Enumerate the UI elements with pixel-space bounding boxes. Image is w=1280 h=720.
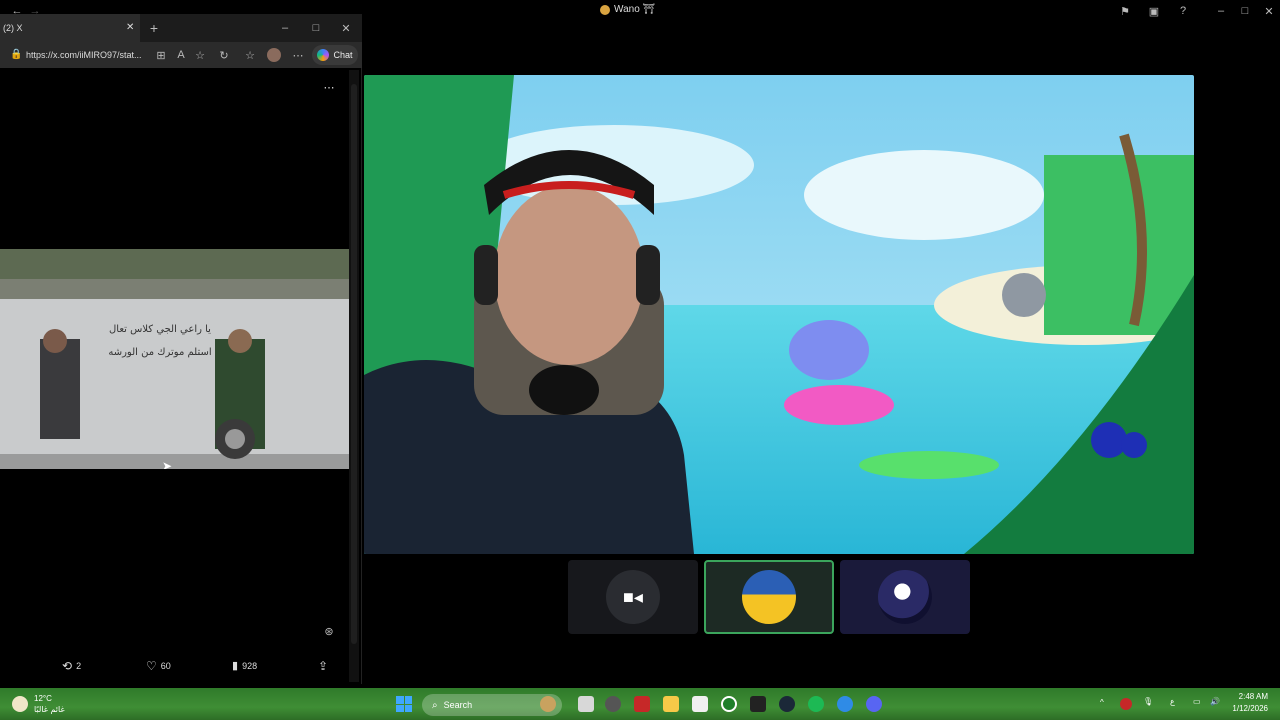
- heart-icon: ♡: [146, 659, 157, 673]
- search-placeholder: Search: [443, 700, 473, 710]
- browser-tabbar: (2) X ✕ + – □ ✕: [0, 14, 362, 42]
- tray-chevron-icon[interactable]: ^: [1100, 698, 1104, 707]
- inbox-flag-icon[interactable]: ⚑: [1118, 4, 1132, 18]
- close-icon[interactable]: ✕: [1262, 4, 1276, 18]
- browser-tab[interactable]: (2) X ✕: [0, 14, 140, 42]
- split-screen-icon[interactable]: ⊞: [154, 48, 168, 62]
- views-stat[interactable]: ▮ 928: [232, 659, 257, 672]
- participant-tile-3[interactable]: [840, 560, 970, 634]
- share-icon: ⇪: [318, 659, 329, 673]
- tab-close-icon[interactable]: ✕: [126, 22, 134, 33]
- tweet-video[interactable]: يا راعي الجي كلاس تعال استلم موترك من ال…: [0, 249, 349, 469]
- retweet-count: 2: [76, 661, 82, 671]
- media-caption-2: استلم موترك من الورشه: [108, 347, 212, 358]
- spotify-icon[interactable]: [808, 696, 824, 712]
- retweet-stat[interactable]: ⟲ 2: [62, 659, 81, 673]
- tray-app-icon[interactable]: [1120, 698, 1132, 710]
- browser-window: (2) X ✕ + – □ ✕ 🔒 https://x.com/iiMIRO97…: [0, 14, 362, 684]
- steam-icon[interactable]: [779, 696, 795, 712]
- views-count: 928: [242, 660, 258, 671]
- favorites-icon[interactable]: ☆: [243, 48, 257, 62]
- read-aloud-icon[interactable]: A: [174, 48, 188, 62]
- grok-icon[interactable]: ⊛: [322, 624, 336, 638]
- participant-avatar: ■◂: [606, 570, 660, 624]
- tweet-more-icon[interactable]: ⋯: [322, 80, 336, 94]
- more-options-icon[interactable]: ⋯: [291, 48, 305, 62]
- server-icon: [600, 4, 610, 15]
- video-frame: [0, 249, 349, 469]
- clock-time[interactable]: 2:48 AM: [1232, 692, 1268, 701]
- url-field[interactable]: 🔒 https://x.com/iiMIRO97/stat...: [4, 46, 154, 64]
- refresh-icon[interactable]: ↻: [217, 48, 231, 62]
- scrollbar-thumb[interactable]: [351, 84, 357, 644]
- video-camera-icon: ■◂: [623, 586, 643, 607]
- copilot-icon: [317, 49, 330, 61]
- like-count: 60: [160, 661, 171, 671]
- search-icon: ⌕: [432, 699, 438, 711]
- views-chart-icon: ▮: [232, 660, 239, 672]
- language-indicator-icon[interactable]: ع: [1170, 697, 1175, 706]
- weather-temp: 12°C: [34, 694, 52, 703]
- tab-title: (2) X: [3, 23, 23, 33]
- browser-minimize-icon[interactable]: –: [278, 21, 292, 35]
- volume-icon[interactable]: 🔊: [1210, 697, 1220, 706]
- participant-avatar: [742, 570, 796, 624]
- participant-avatar: [878, 570, 932, 624]
- lock-icon: 🔒: [10, 49, 23, 60]
- stage-scene: [364, 75, 1194, 554]
- file-explorer-icon[interactable]: [663, 696, 679, 712]
- retweet-icon: ⟲: [62, 659, 73, 673]
- monitor-icon[interactable]: ▣: [1147, 4, 1161, 18]
- favorite-star-icon[interactable]: ☆: [193, 48, 207, 62]
- like-stat[interactable]: ♡ 60: [146, 659, 171, 673]
- epic-games-icon[interactable]: [750, 696, 766, 712]
- clock-date[interactable]: 1/12/2026: [1226, 704, 1268, 713]
- taskbar-app-game-icon[interactable]: [540, 696, 556, 712]
- stage-video[interactable]: [364, 75, 1194, 554]
- network-icon[interactable]: ▭: [1193, 697, 1201, 706]
- chat-label: Chat: [333, 50, 353, 60]
- window-title: Wano ⛩: [600, 4, 655, 15]
- start-windows-icon[interactable]: [396, 696, 412, 712]
- amd-software-icon[interactable]: [634, 696, 650, 712]
- weather-icon: [12, 696, 28, 712]
- new-tab-icon[interactable]: +: [147, 20, 161, 36]
- discord-icon[interactable]: [866, 696, 882, 712]
- edge-browser-icon[interactable]: [837, 696, 853, 712]
- microsoft-store-icon[interactable]: [692, 696, 708, 712]
- participant-tile-selected[interactable]: [704, 560, 834, 634]
- share-stat[interactable]: ⇪: [318, 659, 328, 673]
- xbox-icon[interactable]: [721, 696, 737, 712]
- task-view-icon[interactable]: [578, 696, 594, 712]
- weather-desc: غائم غالبًا: [34, 705, 65, 714]
- taskbar-app-icon[interactable]: [605, 696, 621, 712]
- address-bar: 🔒 https://x.com/iiMIRO97/stat... ⊞ A ☆ ↻…: [0, 42, 362, 68]
- window-title-text: Wano ⛩: [614, 4, 656, 15]
- participant-tile-camera[interactable]: ■◂: [568, 560, 698, 634]
- media-caption-1: يا راعي الجي كلاس تعال: [109, 324, 211, 335]
- help-icon[interactable]: ?: [1176, 4, 1190, 18]
- windows-taskbar: 12°C غائم غالبًا ⌕ Search ^ 🎙 ع ▭ 🔊 2:48…: [0, 688, 1280, 720]
- copilot-chat-button[interactable]: Chat: [312, 45, 358, 65]
- microphone-icon[interactable]: 🎙: [1143, 697, 1153, 706]
- maximize-icon[interactable]: □: [1238, 4, 1252, 18]
- profile-avatar[interactable]: [267, 48, 281, 62]
- mouse-cursor-icon: ➤: [162, 459, 173, 469]
- browser-maximize-icon[interactable]: □: [309, 21, 323, 35]
- url-text: https://x.com/iiMIRO97/stat...: [26, 50, 142, 60]
- minimize-icon[interactable]: –: [1214, 4, 1228, 18]
- browser-close-icon[interactable]: ✕: [339, 21, 353, 35]
